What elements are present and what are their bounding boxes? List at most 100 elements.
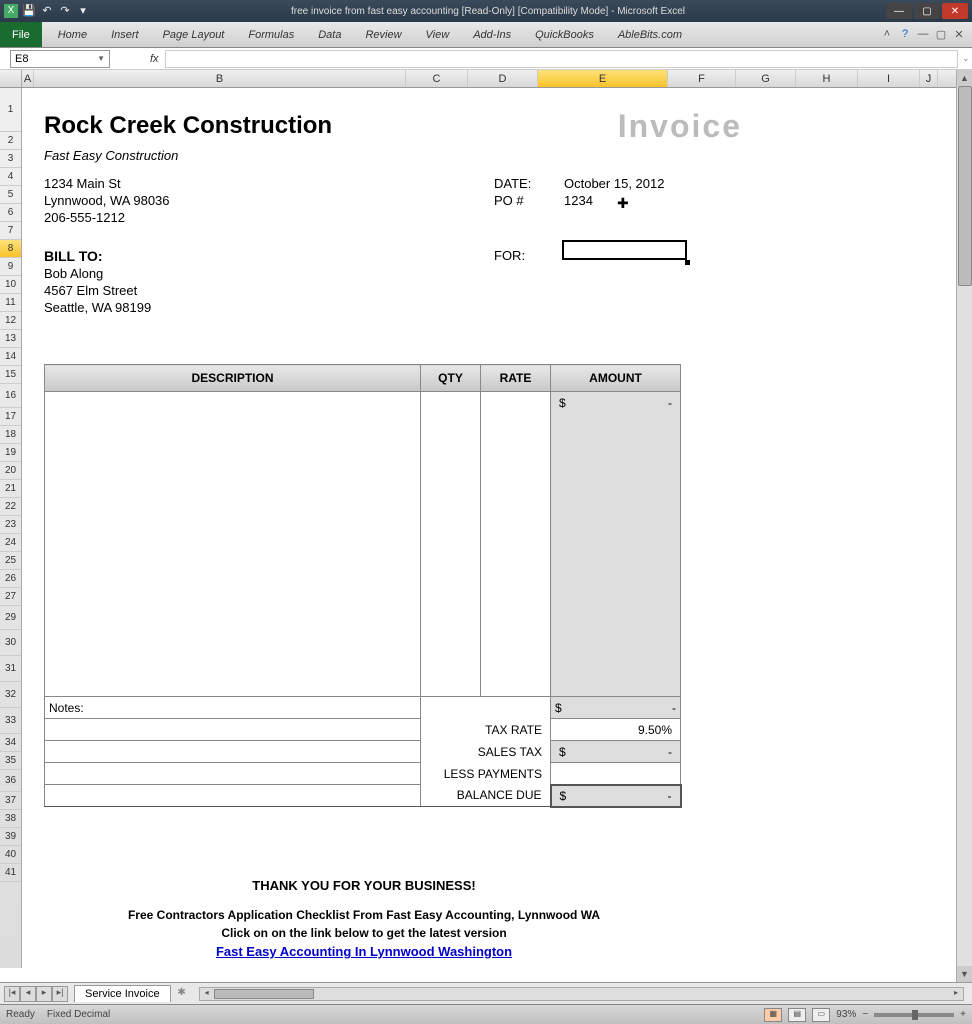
desc-cell[interactable] — [45, 392, 421, 697]
row-header-37[interactable]: 37 — [0, 792, 21, 810]
notes-area-2[interactable] — [45, 741, 421, 763]
row-header-18[interactable]: 18 — [0, 426, 21, 444]
active-cell-selection[interactable] — [562, 240, 687, 260]
col-header-H[interactable]: H — [796, 70, 858, 87]
save-icon[interactable]: 💾 — [22, 4, 36, 18]
row-header-7[interactable]: 7 — [0, 222, 21, 240]
row-header-30[interactable]: 30 — [0, 630, 21, 656]
tab-ablebits[interactable]: AbleBits.com — [606, 29, 694, 41]
col-header-F[interactable]: F — [668, 70, 736, 87]
fx-icon[interactable]: fx — [150, 53, 159, 65]
file-tab[interactable]: File — [0, 22, 42, 47]
tab-view[interactable]: View — [414, 29, 462, 41]
scroll-up-icon[interactable]: ▲ — [957, 70, 972, 86]
row-header-35[interactable]: 35 — [0, 752, 21, 770]
tab-insert[interactable]: Insert — [99, 29, 151, 41]
row-header-33[interactable]: 33 — [0, 708, 21, 734]
row-header-23[interactable]: 23 — [0, 516, 21, 534]
view-normal-icon[interactable]: ▦ — [764, 1008, 782, 1022]
row-header-34[interactable]: 34 — [0, 734, 21, 752]
tab-review[interactable]: Review — [353, 29, 413, 41]
hscroll-left-icon[interactable]: ◂ — [200, 988, 214, 1000]
subtotal-value[interactable]: $ - — [551, 697, 681, 719]
row-header-29[interactable]: 29 — [0, 606, 21, 630]
row-header-27[interactable]: 27 — [0, 588, 21, 606]
promo-link[interactable]: Fast Easy Accounting In Lynnwood Washing… — [44, 944, 684, 959]
row-header-36[interactable]: 36 — [0, 770, 21, 792]
hscroll-thumb[interactable] — [214, 989, 314, 999]
row-header-14[interactable]: 14 — [0, 348, 21, 366]
select-all-corner[interactable] — [0, 70, 22, 87]
view-page-break-icon[interactable]: ▭ — [812, 1008, 830, 1022]
row-header-13[interactable]: 13 — [0, 330, 21, 348]
notes-label[interactable]: Notes: — [45, 697, 421, 719]
qat-dropdown-icon[interactable]: ▾ — [76, 4, 90, 18]
qty-cell[interactable] — [421, 392, 481, 697]
row-header-21[interactable]: 21 — [0, 480, 21, 498]
zoom-out-icon[interactable]: − — [862, 1009, 868, 1020]
row-header-40[interactable]: 40 — [0, 846, 21, 864]
notes-area-3[interactable] — [45, 763, 421, 785]
col-header-G[interactable]: G — [736, 70, 796, 87]
tab-data[interactable]: Data — [306, 29, 353, 41]
zoom-in-icon[interactable]: + — [960, 1009, 966, 1020]
cells-area[interactable]: Rock Creek Construction Invoice Fast Eas… — [22, 88, 972, 968]
tab-formulas[interactable]: Formulas — [236, 29, 306, 41]
row-header-1[interactable]: 1 — [0, 88, 21, 132]
row-header-25[interactable]: 25 — [0, 552, 21, 570]
row-header-16[interactable]: 16 — [0, 384, 21, 408]
row-header-41[interactable]: 41 — [0, 864, 21, 882]
sales-tax-value[interactable]: $ - — [551, 741, 681, 763]
row-header-24[interactable]: 24 — [0, 534, 21, 552]
window-restore-icon[interactable]: ▢ — [934, 28, 948, 42]
name-box-dropdown-icon[interactable]: ▼ — [97, 54, 105, 63]
help-icon[interactable]: ? — [898, 28, 912, 42]
row-header-38[interactable]: 38 — [0, 810, 21, 828]
col-header-C[interactable]: C — [406, 70, 468, 87]
vscroll-thumb[interactable] — [958, 86, 972, 286]
new-sheet-icon[interactable]: ✱ — [173, 987, 191, 1001]
redo-icon[interactable]: ↷ — [58, 4, 72, 18]
row-header-22[interactable]: 22 — [0, 498, 21, 516]
col-header-E[interactable]: E — [538, 70, 668, 87]
tab-next-icon[interactable]: ▸ — [36, 986, 52, 1002]
row-header-17[interactable]: 17 — [0, 408, 21, 426]
row-header-8[interactable]: 8 — [0, 240, 21, 258]
col-header-I[interactable]: I — [858, 70, 920, 87]
row-header-3[interactable]: 3 — [0, 150, 21, 168]
row-header-32[interactable]: 32 — [0, 682, 21, 708]
row-header-39[interactable]: 39 — [0, 828, 21, 846]
tax-rate-value[interactable]: 9.50% — [551, 719, 681, 741]
scroll-down-icon[interactable]: ▼ — [957, 966, 972, 982]
col-header-D[interactable]: D — [468, 70, 538, 87]
tab-addins[interactable]: Add-Ins — [461, 29, 523, 41]
row-header-4[interactable]: 4 — [0, 168, 21, 186]
row-header-11[interactable]: 11 — [0, 294, 21, 312]
row-header-5[interactable]: 5 — [0, 186, 21, 204]
fill-handle[interactable] — [685, 260, 690, 265]
col-header-J[interactable]: J — [920, 70, 938, 87]
maximize-button[interactable]: ▢ — [914, 3, 940, 19]
rate-cell[interactable] — [481, 392, 551, 697]
tab-last-icon[interactable]: ▸| — [52, 986, 68, 1002]
window-close-icon[interactable]: ✕ — [952, 28, 966, 42]
amount-cell[interactable]: $ - — [551, 392, 681, 697]
row-header-20[interactable]: 20 — [0, 462, 21, 480]
less-payments-value[interactable] — [551, 763, 681, 785]
col-header-B[interactable]: B — [34, 70, 406, 87]
tab-quickbooks[interactable]: QuickBooks — [523, 29, 606, 41]
row-header-2[interactable]: 2 — [0, 132, 21, 150]
row-header-9[interactable]: 9 — [0, 258, 21, 276]
sheet-tab-service-invoice[interactable]: Service Invoice — [74, 985, 171, 1002]
col-header-A[interactable]: A — [22, 70, 34, 87]
tab-first-icon[interactable]: |◂ — [4, 986, 20, 1002]
window-min-icon[interactable]: — — [916, 28, 930, 42]
formula-bar-expand-icon[interactable]: ⌄ — [958, 53, 972, 64]
row-header-31[interactable]: 31 — [0, 656, 21, 682]
row-header-6[interactable]: 6 — [0, 204, 21, 222]
name-box[interactable]: E8 ▼ — [10, 50, 110, 68]
balance-due-value[interactable]: $ - — [551, 785, 681, 807]
formula-input[interactable] — [165, 50, 958, 68]
zoom-slider[interactable] — [874, 1013, 954, 1017]
horizontal-scrollbar[interactable]: ◂ ▸ — [199, 987, 964, 1001]
